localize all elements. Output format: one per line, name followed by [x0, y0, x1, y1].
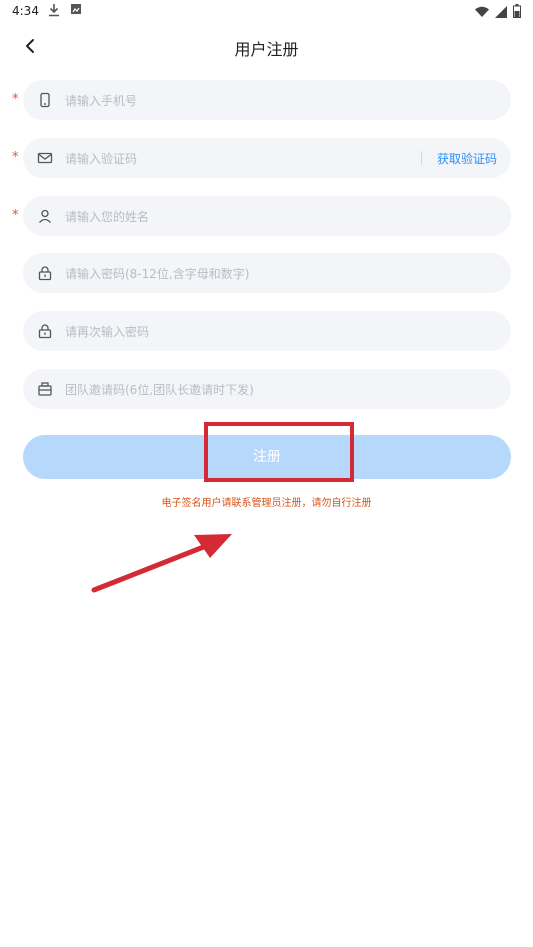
phone-row: * — [0, 80, 533, 122]
phone-icon — [37, 92, 53, 108]
password-row — [0, 253, 533, 295]
nav-bar: 用户注册 — [0, 24, 533, 70]
required-mark: * — [12, 92, 19, 107]
code-row: * 获取验证码 — [0, 138, 533, 180]
annotation-highlight-box — [204, 422, 354, 482]
required-mark: * — [12, 208, 19, 223]
annotation-arrow-icon — [91, 534, 232, 593]
phone-input[interactable] — [63, 80, 427, 122]
confirm-password-input[interactable] — [63, 311, 427, 353]
status-time: 4:34 — [12, 4, 39, 18]
download-icon — [48, 3, 60, 20]
confirm-password-row — [0, 311, 533, 353]
team-card-icon — [37, 381, 53, 397]
signal-icon — [495, 3, 507, 22]
code-field: 获取验证码 — [23, 138, 511, 180]
team-code-input[interactable] — [63, 369, 427, 411]
lock-icon — [37, 265, 53, 281]
code-input[interactable] — [63, 138, 407, 180]
notice-text: 电子签名用户请联系管理员注册，请勿自行注册 — [161, 498, 372, 509]
image-notification-icon — [70, 3, 82, 20]
wifi-icon — [475, 3, 489, 22]
mail-icon — [37, 150, 53, 166]
required-mark: * — [12, 150, 19, 165]
name-field — [23, 196, 511, 238]
divider — [421, 151, 422, 165]
team-code-field — [23, 369, 511, 411]
password-input[interactable] — [63, 253, 427, 295]
confirm-password-field — [23, 311, 511, 353]
password-field — [23, 253, 511, 295]
get-code-button[interactable]: 获取验证码 — [437, 150, 497, 167]
name-row: * — [0, 196, 533, 238]
name-input[interactable] — [63, 196, 427, 238]
team-code-row — [0, 369, 533, 411]
lock-icon — [37, 323, 53, 339]
user-icon — [37, 208, 53, 224]
phone-field — [23, 80, 511, 122]
status-bar: 4:34 — [0, 0, 533, 24]
page-title: 用户注册 — [234, 40, 299, 59]
battery-icon — [513, 3, 521, 22]
